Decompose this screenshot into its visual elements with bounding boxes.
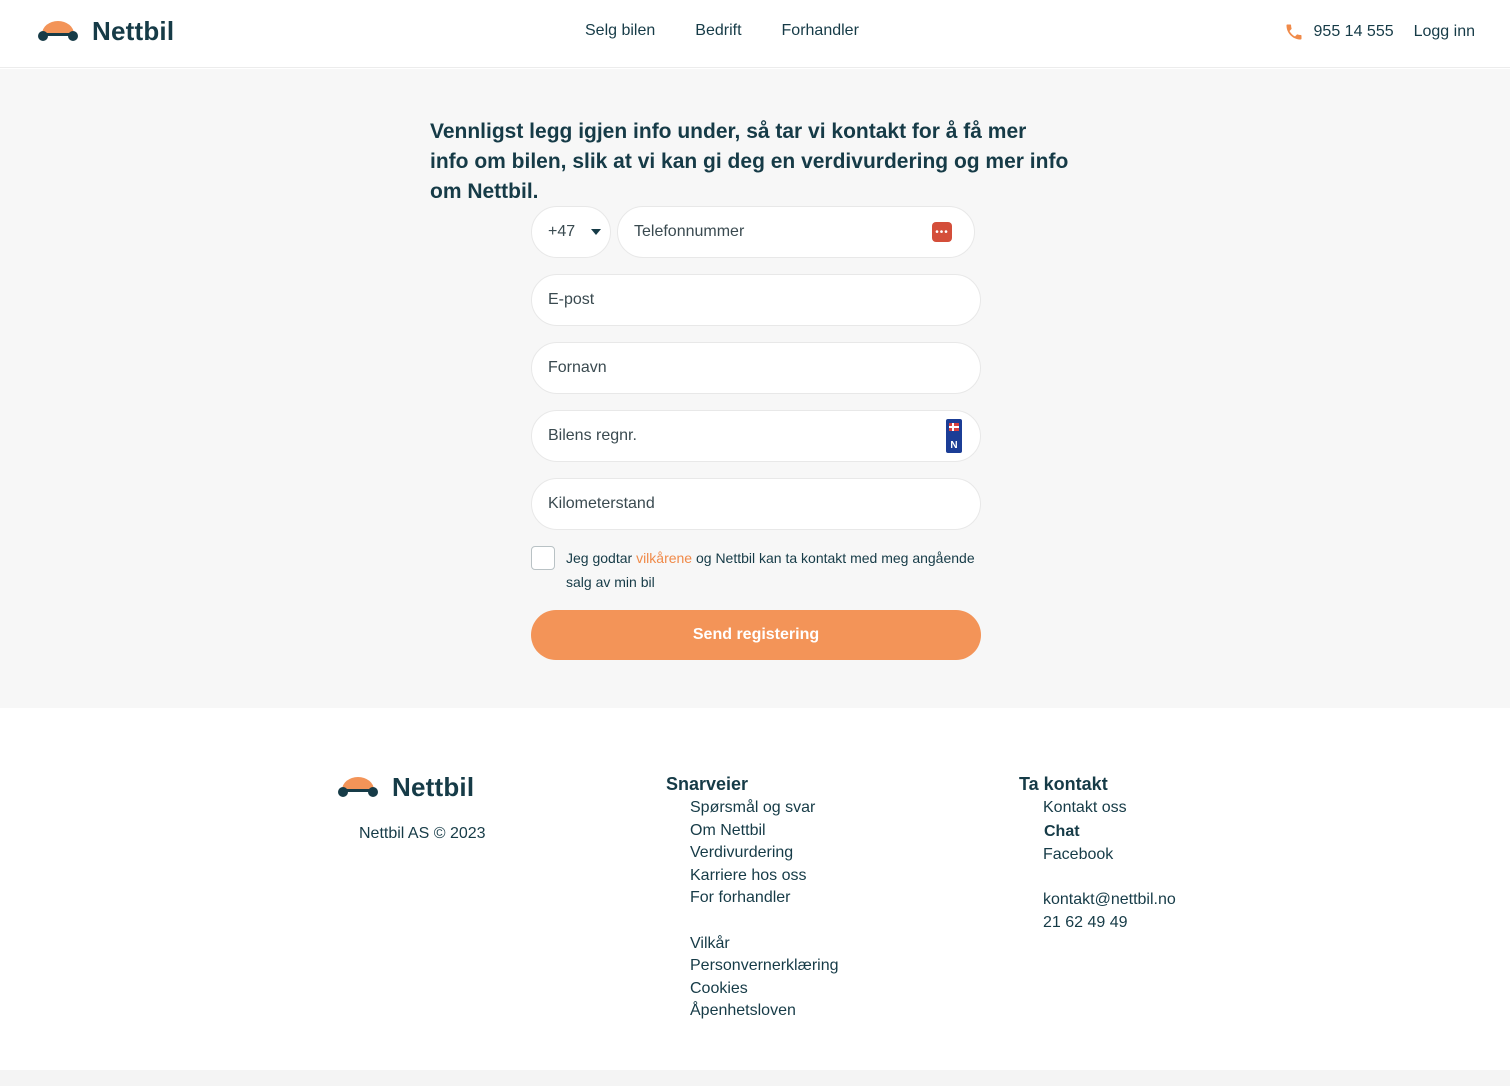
consent-text: Jeg godtar vilkårene og Nettbil kan ta k… (566, 546, 981, 594)
login-link[interactable]: Logg inn (1414, 23, 1475, 41)
footer-link-cookies[interactable]: Cookies (690, 978, 839, 1001)
footer-shortcuts: Snarveier Spørsmål og svar Om Nettbil Ve… (666, 774, 839, 1023)
registration-section: Vennligst legg igjen info under, så tar … (0, 69, 1510, 708)
footer-logo[interactable]: Nettbil (336, 772, 474, 803)
consent-prefix: Jeg godtar (566, 550, 637, 566)
chevron-down-icon (591, 229, 602, 235)
copyright: Nettbil AS © 2023 (359, 825, 486, 842)
footer-link-privacy[interactable]: Personvernerklæring (690, 955, 839, 978)
nettbil-logo-icon (338, 776, 378, 797)
country-code-select[interactable]: +47 (531, 206, 611, 258)
footer-link-about[interactable]: Om Nettbil (690, 820, 839, 843)
footer-link-valuation[interactable]: Verdivurdering (690, 842, 839, 865)
consent-row: Jeg godtar vilkårene og Nettbil kan ta k… (531, 546, 981, 594)
chat-button[interactable]: Chat (1044, 821, 1080, 844)
nav-bedrift[interactable]: Bedrift (695, 22, 741, 40)
firstname-placeholder: Fornavn (548, 359, 607, 376)
footer-spacer (690, 910, 839, 933)
registration-number-input[interactable]: Bilens regnr. N (531, 410, 981, 462)
shortcuts-title: Snarveier (666, 774, 749, 794)
footer-link-transparency[interactable]: Åpenhetsloven (690, 1000, 839, 1023)
contact-title: Ta kontakt (1019, 774, 1108, 794)
submit-button[interactable]: Send registering (531, 610, 981, 660)
mileage-placeholder: Kilometerstand (548, 495, 655, 512)
footer-logo-text: Nettbil (392, 772, 475, 802)
contact-phone[interactable]: 21 62 49 49 (1043, 912, 1176, 935)
mileage-input[interactable]: Kilometerstand (531, 478, 981, 530)
logo-text: Nettbil (92, 16, 175, 46)
nettbil-logo[interactable]: Nettbil (36, 16, 174, 47)
footer-link-faq[interactable]: Spørsmål og svar (690, 797, 839, 820)
footer-link-facebook[interactable]: Facebook (1043, 844, 1176, 867)
password-manager-icon[interactable]: ••• (932, 222, 952, 242)
plate-country-letter: N (950, 440, 958, 451)
nav-forhandler[interactable]: Forhandler (782, 22, 859, 40)
contact-email-link[interactable]: kontakt@nettbil.no (1043, 889, 1176, 912)
nettbil-logo-icon (38, 20, 78, 41)
nav-selg-bilen[interactable]: Selg bilen (585, 22, 655, 40)
consent-checkbox[interactable] (531, 546, 555, 570)
footer-link-dealers[interactable]: For forhandler (690, 887, 839, 910)
country-code-value: +47 (548, 223, 576, 240)
norwegian-plate-icon: N (946, 419, 962, 453)
site-header: Nettbil Selg bilen Bedrift Forhandler 95… (0, 0, 1510, 68)
footer-spacer (1043, 867, 1176, 890)
footer-contact: Ta kontakt Kontakt oss Chat Facebook kon… (1019, 774, 1176, 935)
header-phone-number[interactable]: 955 14 555 (1314, 23, 1394, 41)
footer-link-contact[interactable]: Kontakt oss (1043, 797, 1176, 820)
email-input[interactable]: E-post (531, 274, 981, 326)
email-placeholder: E-post (548, 291, 595, 308)
phone-icon (1286, 24, 1302, 40)
bottom-bar (0, 1070, 1510, 1086)
terms-link[interactable]: vilkårene (636, 550, 692, 566)
norway-flag-icon (949, 423, 959, 431)
form-heading: Vennligst legg igjen info under, så tar … (430, 120, 1069, 203)
main-nav: Selg bilen Bedrift Forhandler (585, 22, 899, 40)
header-actions: 955 14 555 Logg inn (1284, 22, 1475, 42)
reg-placeholder: Bilens regnr. (548, 427, 637, 444)
phone-placeholder: Telefonnummer (634, 223, 745, 240)
site-footer: Nettbil Nettbil AS © 2023 Snarveier Spør… (0, 708, 1510, 1070)
phone-input[interactable]: Telefonnummer ••• (617, 206, 975, 258)
footer-link-terms[interactable]: Vilkår (690, 933, 839, 956)
footer-link-careers[interactable]: Karriere hos oss (690, 865, 839, 888)
firstname-input[interactable]: Fornavn (531, 342, 981, 394)
